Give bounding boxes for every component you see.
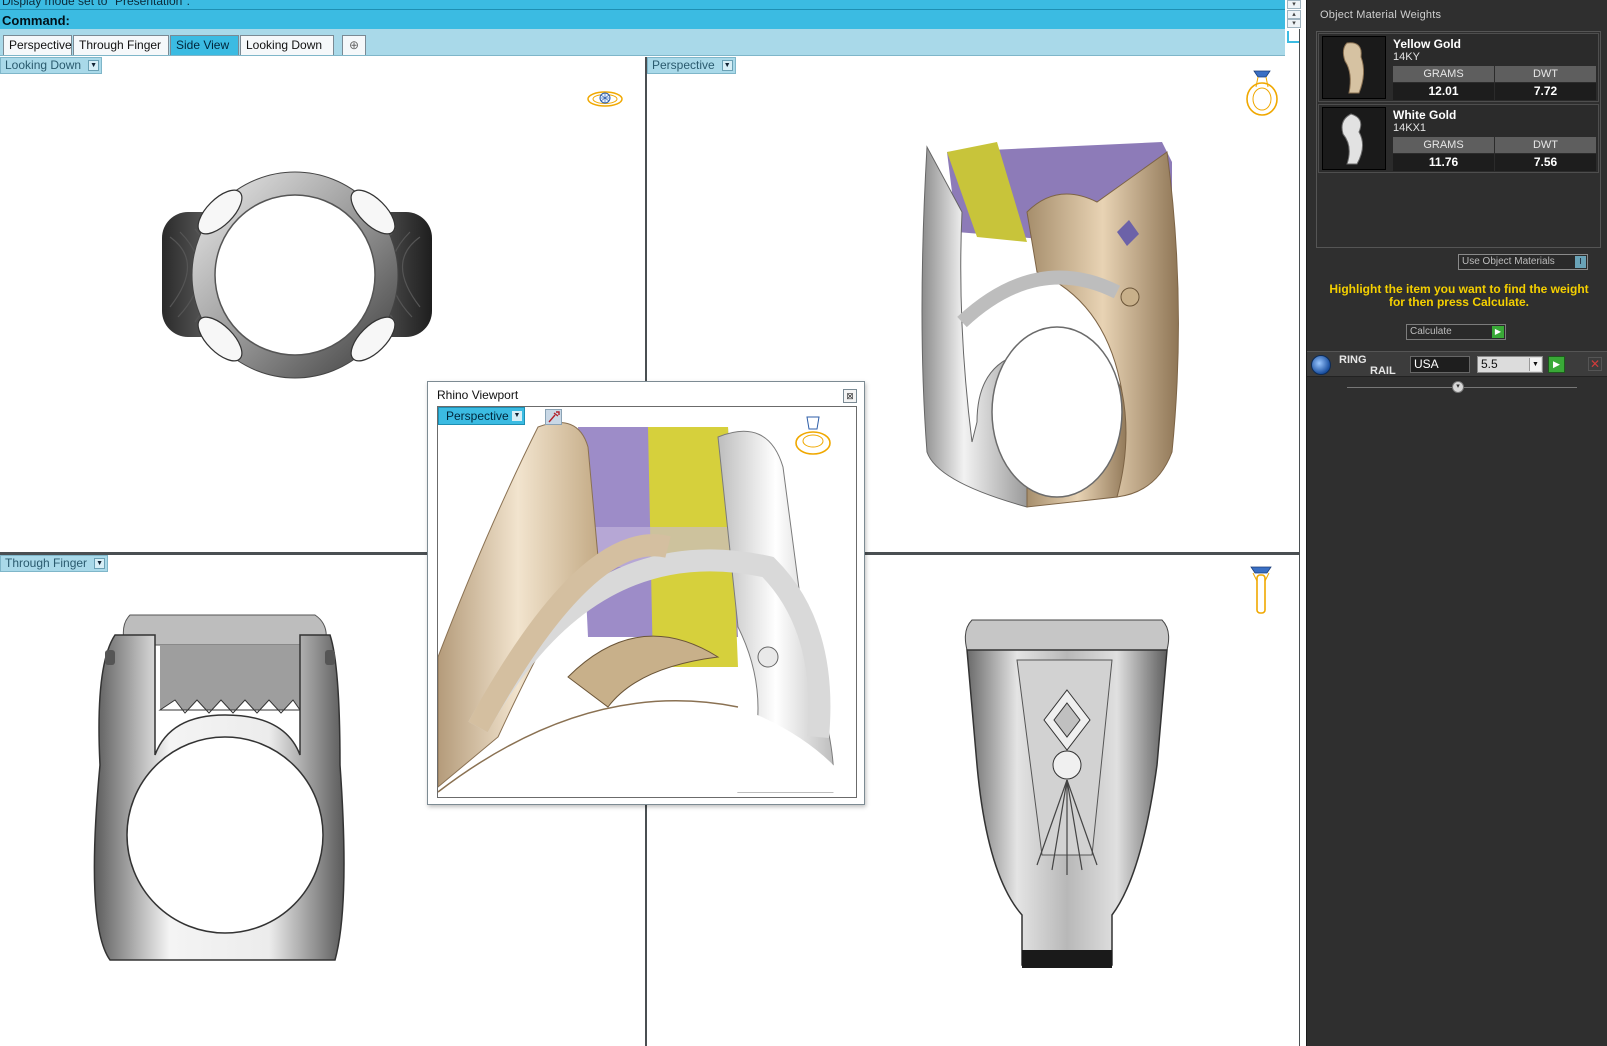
chevron-down-icon[interactable]: ▼: [721, 60, 733, 71]
material-name: Yellow Gold: [1393, 37, 1462, 51]
ring-size-value: 5.5: [1481, 357, 1498, 371]
grams-header: GRAMS: [1393, 137, 1494, 153]
panel-title: Object Material Weights: [1320, 9, 1442, 21]
ring-orientation-widget-icon[interactable]: [793, 415, 833, 457]
ring-rail-go-button[interactable]: ▶: [1548, 356, 1565, 373]
tabbar-corner-icon: [1287, 31, 1299, 43]
command-history: Display mode set to "Presentation".: [0, 0, 1285, 9]
viewport-label-text: Through Finger: [5, 556, 88, 570]
material-weight-table: GRAMS DWT 11.76 7.56: [1393, 137, 1596, 171]
chevron-down-icon[interactable]: ▼: [512, 411, 522, 421]
floating-viewport-canvas[interactable]: Perspective ▼: [437, 406, 857, 798]
ring-size-country-field[interactable]: USA: [1410, 356, 1470, 373]
viewport-label-through-finger[interactable]: Through Finger ▼: [0, 555, 109, 572]
add-tab-button[interactable]: ⊕: [342, 35, 366, 55]
ring-rail-title-2: RAIL: [1370, 365, 1396, 377]
ring-model-through-finger[interactable]: [85, 605, 365, 965]
viewport-label-text: Perspective: [446, 409, 509, 423]
calculate-button[interactable]: Calculate ▶: [1406, 324, 1506, 340]
ring-model-floating-perspective[interactable]: [438, 407, 856, 797]
command-line[interactable]: Command:: [0, 9, 1285, 29]
tab-side-view[interactable]: Side View: [170, 35, 239, 55]
calculate-label: Calculate: [1410, 326, 1452, 337]
material-code: 14KX1: [1393, 122, 1427, 134]
tab-through-finger[interactable]: Through Finger: [73, 35, 169, 55]
viewport-border-right: [1299, 29, 1306, 1046]
play-icon[interactable]: ▶: [1492, 326, 1504, 338]
toggle-icon[interactable]: I: [1575, 256, 1586, 268]
object-material-weights-panel: Object Material Weights Yellow Gold 14KY…: [1306, 0, 1607, 1046]
material-thumbnail: [1322, 107, 1386, 170]
ring-model-looking-down[interactable]: [150, 167, 440, 382]
grams-value: 11.76: [1393, 154, 1494, 171]
tab-perspective[interactable]: Perspective: [3, 35, 72, 55]
material-name: White Gold: [1393, 108, 1457, 122]
viewport-tab-bar: Perspective Through Finger Side View Loo…: [0, 29, 1299, 56]
floating-viewport-window[interactable]: Rhino Viewport ⊠ Perspective ▼: [427, 381, 865, 805]
ring-orientation-widget-icon[interactable]: [585, 88, 625, 110]
chevron-down-icon[interactable]: ▼: [88, 60, 100, 71]
dwt-value: 7.72: [1495, 83, 1596, 100]
use-object-materials-label: Use Object Materials: [1462, 256, 1555, 267]
grams-value: 12.01: [1393, 83, 1494, 100]
pin-icon[interactable]: [545, 409, 562, 425]
viewport-label-text: Perspective: [652, 58, 715, 72]
material-row-white-gold[interactable]: White Gold 14KX1 GRAMS DWT 11.76 7.56: [1318, 104, 1599, 173]
use-object-materials-toggle[interactable]: Use Object Materials I: [1458, 254, 1588, 270]
ring-rail-logo-icon: [1311, 355, 1331, 375]
close-icon[interactable]: ⊠: [843, 389, 857, 403]
command-scroll-up-button[interactable]: ▴: [1287, 10, 1301, 19]
tab-looking-down[interactable]: Looking Down: [240, 35, 334, 55]
ring-rail-title-1: RING: [1339, 354, 1367, 366]
hint-text: Highlight the item you want to find the …: [1329, 282, 1589, 309]
history-scroll-down-button[interactable]: ▾: [1287, 0, 1301, 9]
floating-viewport-label[interactable]: Perspective ▼: [438, 407, 525, 425]
dwt-header: DWT: [1495, 137, 1596, 153]
viewport-label-text: Looking Down: [5, 58, 82, 72]
material-list: Yellow Gold 14KY GRAMS DWT 12.01 7.72 Wh…: [1316, 31, 1601, 248]
ring-size-select[interactable]: 5.5 ▼: [1477, 356, 1543, 373]
chevron-down-icon[interactable]: ▼: [94, 558, 106, 569]
command-history-text: Display mode set to "Presentation".: [2, 0, 190, 8]
dwt-value: 7.56: [1495, 154, 1596, 171]
grams-header: GRAMS: [1393, 66, 1494, 82]
floating-viewport-title: Rhino Viewport: [437, 388, 519, 402]
ring-rail-toolbar: RING RAIL USA 5.5 ▼ ▶ ✕: [1307, 351, 1607, 377]
ring-orientation-widget-icon[interactable]: [1247, 565, 1275, 617]
ring-model-side-view[interactable]: [962, 615, 1172, 970]
chevron-down-icon[interactable]: ▼: [1529, 358, 1541, 371]
ring-rail-slider-knob[interactable]: ▾: [1452, 381, 1464, 393]
command-prompt: Command:: [2, 13, 70, 28]
viewport-label-looking-down[interactable]: Looking Down ▼: [0, 57, 103, 74]
material-row-yellow-gold[interactable]: Yellow Gold 14KY GRAMS DWT 12.01 7.72: [1318, 33, 1599, 102]
ring-model-perspective[interactable]: [917, 122, 1202, 522]
material-code: 14KY: [1393, 51, 1420, 63]
viewport-label-perspective[interactable]: Perspective ▼: [647, 57, 736, 74]
dwt-header: DWT: [1495, 66, 1596, 82]
command-scroll-down-button[interactable]: ▾: [1287, 19, 1301, 28]
material-weight-table: GRAMS DWT 12.01 7.72: [1393, 66, 1596, 100]
close-icon[interactable]: ✕: [1588, 357, 1602, 371]
material-thumbnail: [1322, 36, 1386, 99]
ring-orientation-widget-icon[interactable]: [1242, 67, 1282, 117]
